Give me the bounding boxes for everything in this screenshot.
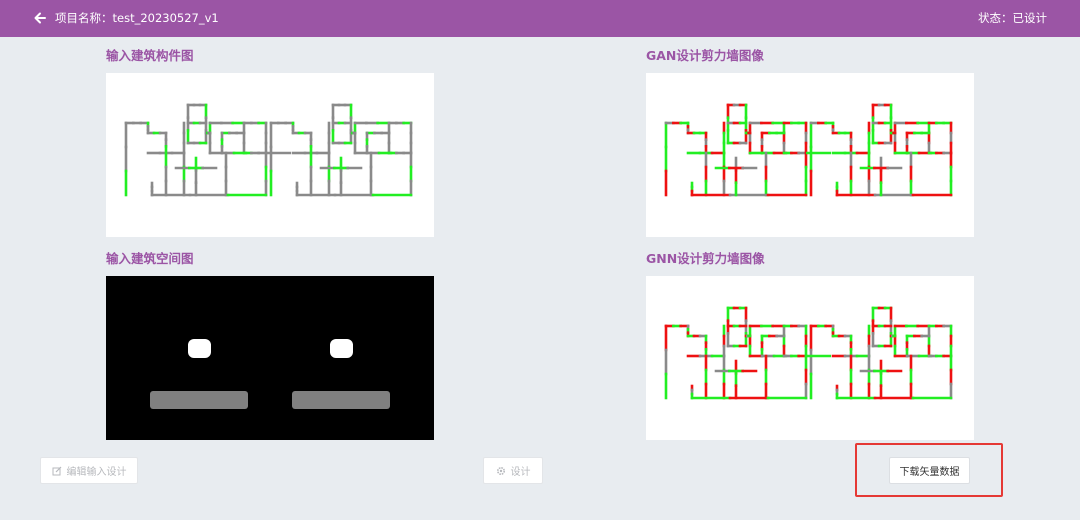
gear-icon <box>496 466 505 475</box>
input-component-image <box>106 73 434 237</box>
highlight-box <box>855 443 1003 497</box>
arrow-left-icon[interactable] <box>33 11 47 25</box>
gan-shearwall-image <box>646 73 974 237</box>
input-component-title: 输入建筑构件图 <box>106 48 194 63</box>
design-button[interactable]: 设计 <box>483 457 543 484</box>
edit-input-design-label: 编辑输入设计 <box>66 467 127 478</box>
top-bar: 项目名称：test_20230527_v1 状态：已设计 <box>0 0 1080 37</box>
edit-icon <box>52 466 61 475</box>
gnn-shearwall-title: GNN设计剪力墙图像 <box>646 251 765 266</box>
project-status-label: 状态：已设计 <box>978 11 1047 25</box>
gnn-shearwall-image <box>646 276 974 440</box>
design-label: 设计 <box>510 467 531 478</box>
project-name-label: 项目名称：test_20230527_v1 <box>55 11 219 25</box>
edit-input-design-button[interactable]: 编辑输入设计 <box>40 457 138 484</box>
gan-shearwall-title: GAN设计剪力墙图像 <box>646 48 764 63</box>
input-space-image <box>106 276 434 440</box>
input-space-title: 输入建筑空间图 <box>106 251 194 266</box>
